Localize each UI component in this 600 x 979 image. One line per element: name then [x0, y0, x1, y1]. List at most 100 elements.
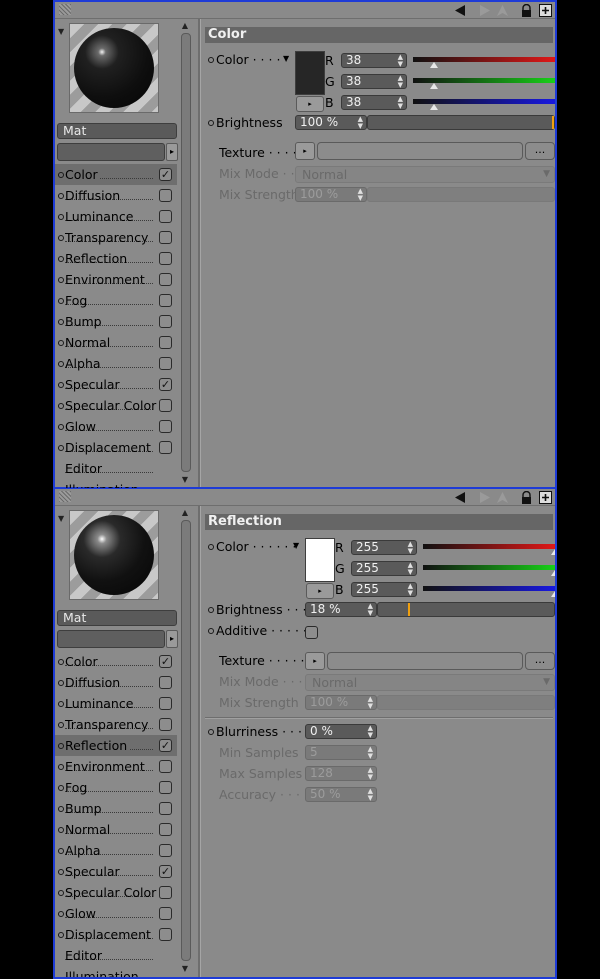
- channel-item-illumination[interactable]: Illumination: [55, 966, 177, 977]
- channel-item-glow[interactable]: Glow: [55, 903, 177, 924]
- animate-dot-icon[interactable]: [58, 806, 64, 812]
- channel-checkbox[interactable]: [159, 907, 172, 920]
- mix-strength-slider[interactable]: [367, 187, 555, 202]
- channel-item-color[interactable]: Color ✓: [55, 164, 177, 185]
- up-arrow-icon[interactable]: [496, 4, 509, 17]
- g-value-field[interactable]: 255 ▲ ▼: [351, 561, 417, 576]
- channel-checkbox[interactable]: [159, 802, 172, 815]
- color-swatch[interactable]: [305, 538, 335, 582]
- channel-checkbox[interactable]: [159, 231, 172, 244]
- animate-dot-icon[interactable]: [58, 172, 64, 178]
- channel-item-luminance[interactable]: Luminance: [55, 206, 177, 227]
- channel-item-diffusion[interactable]: Diffusion: [55, 672, 177, 693]
- material-preview[interactable]: [69, 23, 159, 113]
- animate-dot-icon[interactable]: [58, 680, 64, 686]
- channel-checkbox[interactable]: [159, 315, 172, 328]
- b-slider[interactable]: [423, 586, 555, 591]
- brightness-value-field[interactable]: 100 % ▲ ▼: [295, 115, 367, 130]
- channel-item-fog[interactable]: Fog: [55, 777, 177, 798]
- animate-dot-icon[interactable]: [58, 701, 64, 707]
- animate-dot-icon[interactable]: [58, 193, 64, 199]
- animate-dot-icon[interactable]: [58, 722, 64, 728]
- g-slider-handle-icon[interactable]: [430, 83, 439, 89]
- animate-dot-icon[interactable]: [208, 57, 214, 63]
- up-arrow-icon[interactable]: [496, 491, 509, 504]
- scroll-down-icon[interactable]: ▼: [181, 965, 189, 973]
- channel-checkbox[interactable]: ✓: [159, 865, 172, 878]
- channel-scrollbar[interactable]: ▲ ▼: [180, 22, 191, 484]
- animate-dot-icon[interactable]: [58, 256, 64, 262]
- g-value-field[interactable]: 38 ▲ ▼: [341, 74, 407, 89]
- animate-dot-icon[interactable]: [58, 361, 64, 367]
- panel-grip-icon[interactable]: [59, 4, 71, 15]
- channel-item-transparency[interactable]: Transparency: [55, 227, 177, 248]
- texture-field[interactable]: [327, 652, 523, 670]
- channel-checkbox[interactable]: [159, 420, 172, 433]
- color-picker-button[interactable]: ▸: [306, 583, 334, 599]
- new-window-icon[interactable]: [539, 4, 552, 17]
- animate-dot-icon[interactable]: [58, 764, 64, 770]
- b-slider-handle-icon[interactable]: [430, 104, 439, 110]
- channel-checkbox[interactable]: [159, 252, 172, 265]
- animate-dot-icon[interactable]: [58, 214, 64, 220]
- animate-dot-icon[interactable]: [58, 911, 64, 917]
- channel-item-editor[interactable]: Editor: [55, 945, 177, 966]
- texture-browse-button[interactable]: ...: [525, 652, 555, 670]
- channel-item-displacement[interactable]: Displacement: [55, 924, 177, 945]
- animate-dot-icon[interactable]: [58, 659, 64, 665]
- animate-dot-icon[interactable]: [58, 932, 64, 938]
- r-value-field[interactable]: 255 ▲ ▼: [351, 540, 417, 555]
- b-value-field[interactable]: 255 ▲ ▼: [351, 582, 417, 597]
- channel-item-specular[interactable]: Specular ✓: [55, 861, 177, 882]
- channel-checkbox[interactable]: ✓: [159, 168, 172, 181]
- channel-checkbox[interactable]: ✓: [159, 739, 172, 752]
- channel-item-specular-color[interactable]: Specular Color: [55, 395, 177, 416]
- scroll-up-icon[interactable]: ▲: [181, 22, 189, 30]
- channel-checkbox[interactable]: [159, 189, 172, 202]
- additive-checkbox[interactable]: [305, 626, 318, 639]
- mix-strength-field[interactable]: 100 % ▲ ▼: [305, 695, 377, 710]
- material-combo[interactable]: ▸: [57, 630, 179, 648]
- channel-checkbox[interactable]: [159, 441, 172, 454]
- back-arrow-icon[interactable]: [454, 4, 467, 17]
- animate-dot-icon[interactable]: [58, 319, 64, 325]
- new-window-icon[interactable]: [539, 491, 552, 504]
- animate-dot-icon[interactable]: [58, 382, 64, 388]
- channel-item-reflection[interactable]: Reflection: [55, 248, 177, 269]
- material-combo[interactable]: ▸: [57, 143, 179, 161]
- scrollbar-thumb[interactable]: [181, 33, 191, 472]
- animate-dot-icon[interactable]: [58, 743, 64, 749]
- g-slider-handle-icon[interactable]: [551, 570, 555, 576]
- channel-item-alpha[interactable]: Alpha: [55, 840, 177, 861]
- channel-checkbox[interactable]: ✓: [159, 655, 172, 668]
- channel-checkbox[interactable]: [159, 210, 172, 223]
- g-slider[interactable]: [423, 565, 555, 570]
- channel-scrollbar[interactable]: ▲ ▼: [180, 509, 191, 973]
- animate-dot-icon[interactable]: [58, 445, 64, 451]
- color-picker-button[interactable]: ▸: [296, 96, 324, 112]
- channel-checkbox[interactable]: [159, 928, 172, 941]
- animate-dot-icon[interactable]: [58, 277, 64, 283]
- mix-strength-slider[interactable]: [377, 695, 555, 710]
- color-swatch[interactable]: [295, 51, 325, 95]
- brightness-slider[interactable]: [367, 115, 555, 130]
- min-samples-field[interactable]: 5 ▲ ▼: [305, 745, 377, 760]
- channel-checkbox[interactable]: [159, 336, 172, 349]
- combo-field[interactable]: [57, 630, 165, 648]
- channel-checkbox[interactable]: [159, 357, 172, 370]
- forward-arrow-icon[interactable]: [478, 491, 491, 504]
- texture-menu-button[interactable]: ▸: [295, 142, 315, 160]
- channel-checkbox[interactable]: [159, 273, 172, 286]
- scrollbar-thumb[interactable]: [181, 520, 191, 961]
- channel-item-specular[interactable]: Specular ✓: [55, 374, 177, 395]
- channel-checkbox[interactable]: [159, 823, 172, 836]
- b-slider-handle-icon[interactable]: [551, 591, 555, 597]
- channel-checkbox[interactable]: [159, 399, 172, 412]
- blurriness-value-field[interactable]: 0 % ▲ ▼: [305, 724, 377, 739]
- animate-dot-icon[interactable]: [58, 785, 64, 791]
- channel-item-fog[interactable]: Fog: [55, 290, 177, 311]
- mix-mode-dropdown[interactable]: Normal ▼: [305, 674, 555, 691]
- animate-dot-icon[interactable]: [208, 544, 214, 550]
- texture-browse-button[interactable]: ...: [525, 142, 555, 160]
- accuracy-field[interactable]: 50 % ▲ ▼: [305, 787, 377, 802]
